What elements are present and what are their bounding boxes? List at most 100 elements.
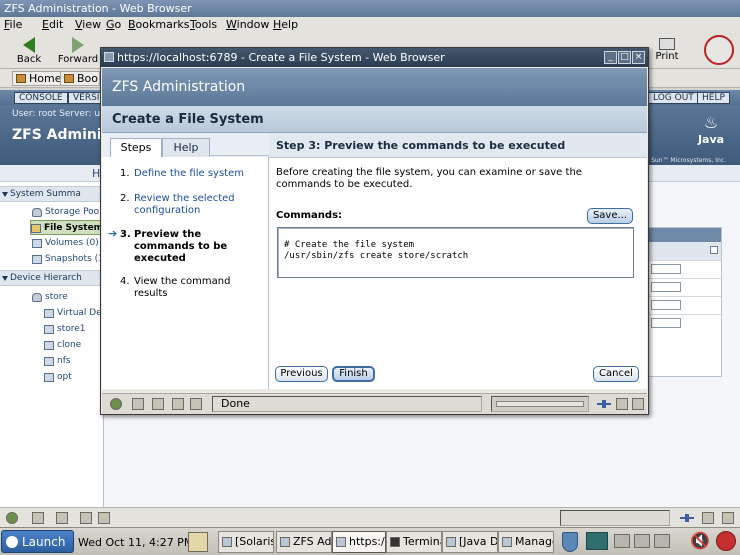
table-cell-input[interactable] (651, 318, 681, 328)
window-menu-icon[interactable] (104, 52, 114, 62)
tree-item-store[interactable]: store (32, 290, 102, 305)
edit-icon[interactable] (632, 398, 644, 410)
tree-item-storage-pools[interactable]: Storage Pools (32, 205, 106, 220)
volume-muted-icon[interactable]: 🔇 (690, 531, 710, 551)
menu-help[interactable]: Help (273, 18, 298, 31)
tab-steps[interactable]: Steps (110, 138, 162, 157)
menu-edit[interactable]: Edit (42, 18, 63, 31)
task-java-desktop[interactable]: [Java De (442, 531, 498, 553)
desktop-taskbar: Launch Wed Oct 11, 4:27 PM [Solaris ZFS … (0, 527, 740, 555)
progress-meter (560, 510, 670, 526)
tree-item-virtual-devices[interactable]: Virtual De (44, 306, 102, 321)
online-status-icon[interactable] (597, 399, 611, 409)
sun-caption: Sun™ Microsystems, Inc. (651, 157, 726, 164)
close-icon[interactable]: × (632, 51, 645, 64)
tree-item-opt[interactable]: opt (44, 370, 102, 385)
cancel-button[interactable]: Cancel (593, 366, 639, 382)
chat-icon[interactable] (172, 398, 184, 410)
menu-view[interactable]: View (75, 18, 101, 31)
menu-go[interactable]: Go (106, 18, 121, 31)
steps-panel: 1. Define the file system 2. Review the … (102, 157, 269, 389)
help-tab[interactable]: HELP (697, 92, 730, 104)
network-icon[interactable] (6, 512, 18, 524)
save-button[interactable]: Save... (587, 208, 633, 224)
bookmarks-button[interactable]: Book (60, 71, 100, 86)
address-book-icon[interactable] (98, 512, 110, 524)
logout-tab[interactable]: LOG OUT (648, 92, 699, 104)
task-https-localhost[interactable]: https://l (332, 531, 386, 553)
dialog-window-title: https://localhost:6789 - Create a File S… (117, 51, 445, 64)
browser-title: ZFS Administration - Web Browser (4, 2, 192, 15)
table-row (649, 260, 721, 277)
tree-item-file-systems[interactable]: File System (30, 220, 103, 235)
home-icon (16, 74, 26, 83)
back-button[interactable]: Back (10, 35, 48, 65)
workspace-4-icon[interactable] (654, 534, 670, 548)
finish-button[interactable]: Finish (332, 366, 375, 382)
tree-item-store1[interactable]: store1 (44, 322, 102, 337)
filesystem-icon (44, 341, 54, 350)
show-desktop-icon[interactable] (188, 532, 208, 552)
bookmarks-icon (64, 74, 74, 83)
table-cell-input[interactable] (651, 264, 681, 274)
workspace-2-icon[interactable] (614, 534, 630, 548)
menu-tools[interactable]: Tools (190, 18, 217, 31)
address-book-icon[interactable] (190, 398, 202, 410)
home-button[interactable]: Home (12, 71, 66, 86)
window-icon (280, 537, 290, 547)
edit-icon[interactable] (722, 512, 734, 524)
composer-icon[interactable] (56, 512, 68, 524)
step-main-panel: Before creating the file system, you can… (269, 158, 647, 389)
security-shield-icon[interactable] (562, 532, 578, 552)
composer-icon[interactable] (152, 398, 164, 410)
tree-item-nfs[interactable]: nfs (44, 354, 102, 369)
tree-section-device-hierarchy[interactable]: Device Hierarch (0, 270, 104, 286)
dialog-status-bar: Done (102, 393, 647, 414)
maximize-icon[interactable]: □ (618, 51, 631, 64)
task-terminal[interactable]: Termina (386, 531, 442, 553)
user-server-line: User: root Server: unk (12, 109, 112, 119)
sort-icon[interactable] (710, 246, 718, 254)
network-icon[interactable] (110, 398, 122, 410)
window-icon (446, 537, 456, 547)
expanded-icon (2, 192, 8, 197)
menu-bookmarks[interactable]: Bookmarks (128, 18, 189, 31)
table-cell-input[interactable] (651, 300, 681, 310)
console-tab[interactable]: CONSOLE (14, 92, 68, 104)
online-status-icon[interactable] (680, 513, 694, 523)
previous-button[interactable]: Previous (275, 366, 328, 382)
mail-icon[interactable] (132, 398, 144, 410)
workspace-3-icon[interactable] (634, 534, 650, 548)
security-lock-icon[interactable] (616, 398, 628, 410)
tree-item-volumes[interactable]: Volumes (0) (32, 236, 102, 251)
task-zfs-admin[interactable]: ZFS Adr (276, 531, 332, 553)
minimize-icon[interactable]: _ (604, 51, 617, 64)
menu-window[interactable]: Window (226, 18, 269, 31)
current-step-arrow-icon: ➔ (108, 227, 118, 240)
version-tab[interactable]: VERSI (68, 92, 105, 104)
notification-icon[interactable] (716, 531, 736, 551)
commands-textarea[interactable]: # Create the file system /usr/sbin/zfs c… (277, 227, 634, 278)
table-header-row (649, 242, 721, 260)
disk-icon (32, 208, 42, 217)
wizard-content: Steps Help 1. Define the file system 2. … (102, 133, 647, 389)
print-button[interactable]: Print (652, 35, 682, 62)
tab-help[interactable]: Help (162, 138, 210, 157)
table-cell-input[interactable] (651, 282, 681, 292)
workspace-switcher-icon[interactable] (586, 532, 608, 550)
clock[interactable]: Wed Oct 11, 4:27 PM (78, 536, 193, 549)
tree-item-snapshots[interactable]: Snapshots (1 (32, 252, 104, 267)
launch-button[interactable]: Launch (1, 530, 74, 553)
chat-icon[interactable] (80, 512, 92, 524)
forward-button[interactable]: Forward (56, 35, 100, 65)
task-manage[interactable]: Manage (498, 531, 554, 553)
tree-section-system-summary[interactable]: System Summa (0, 186, 104, 202)
browser-throbber-icon (704, 35, 734, 65)
mail-icon[interactable] (32, 512, 44, 524)
task-solaris[interactable]: [Solaris (218, 531, 274, 553)
tree-item-clone[interactable]: clone (44, 338, 102, 353)
dialog-title-bar[interactable]: https://localhost:6789 - Create a File S… (101, 48, 648, 67)
menu-file[interactable]: File (4, 18, 22, 31)
terminal-icon (390, 537, 400, 547)
security-lock-icon[interactable] (702, 512, 714, 524)
